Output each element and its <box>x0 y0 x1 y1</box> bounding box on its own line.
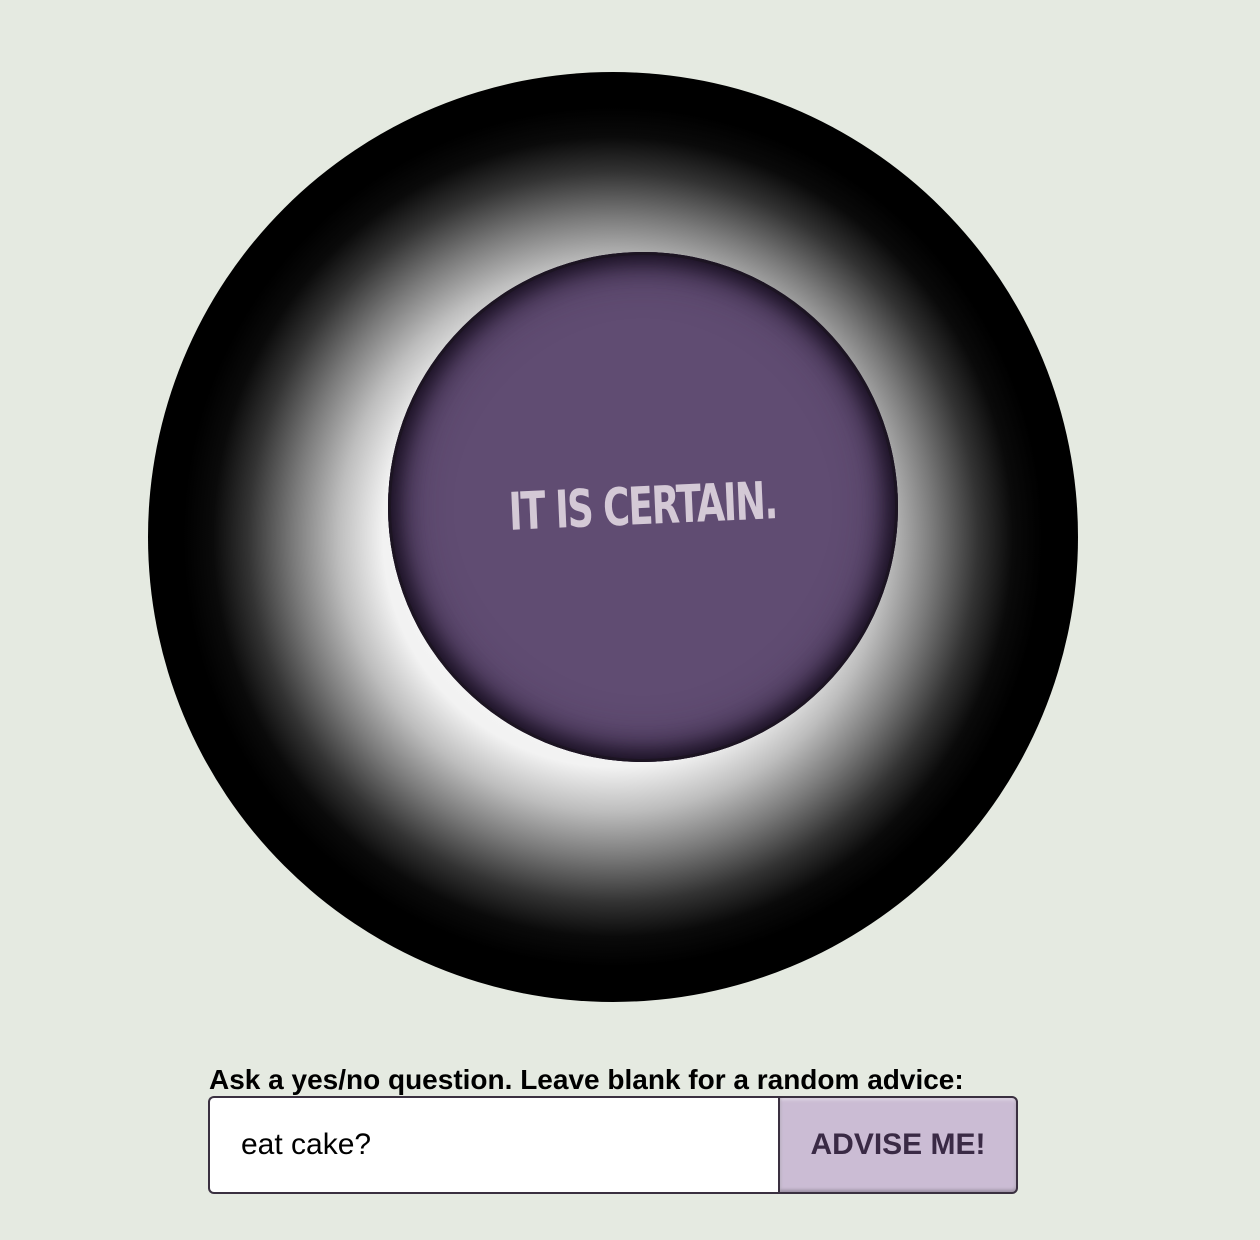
answer-window: IT IS CERTAIN. <box>388 252 898 762</box>
magic-eight-ball: IT IS CERTAIN. <box>148 72 1078 1002</box>
advise-me-button[interactable]: ADVISE ME! <box>778 1096 1018 1194</box>
question-input[interactable] <box>208 1096 778 1194</box>
answer-text: IT IS CERTAIN. <box>507 471 779 543</box>
question-form: ADVISE ME! <box>208 1096 1018 1194</box>
question-label: Ask a yes/no question. Leave blank for a… <box>209 1064 964 1095</box>
